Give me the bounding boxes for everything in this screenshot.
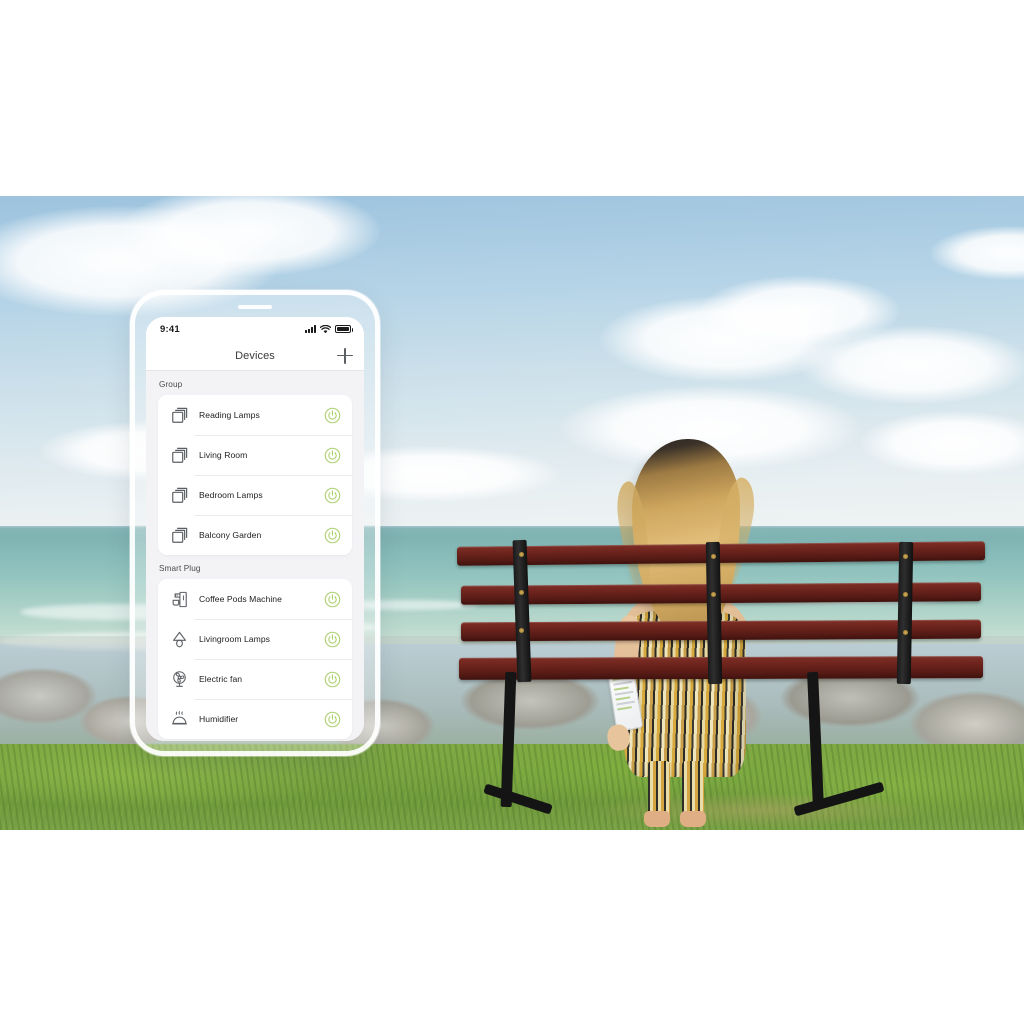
power-icon[interactable] [324, 591, 341, 608]
bench-leg [807, 671, 824, 808]
list-item-label: Electric fan [199, 674, 243, 684]
park-bench [455, 539, 986, 824]
bench-post [705, 541, 723, 685]
section-header-smart-plug: Smart Plug [159, 564, 201, 573]
power-icon[interactable] [324, 407, 341, 424]
smart-plug-card: Coffee Pods Machine Livingroom Lamps Ele… [158, 579, 352, 739]
status-bar: 9:41 [146, 317, 364, 341]
list-item[interactable]: Livingroom Lamps [158, 619, 352, 659]
bench-bolt [711, 554, 716, 559]
list-item[interactable]: Humidifier [158, 699, 352, 739]
list-item[interactable]: Bedroom Lamps [158, 475, 352, 515]
bench-leg [500, 671, 517, 808]
group-stack-icon [168, 524, 190, 546]
signal-bars-icon [305, 325, 316, 333]
bench-bolt [903, 554, 908, 559]
bench-bolt [903, 592, 908, 597]
section-header-group: Group [159, 380, 183, 389]
list-item-label: Living Room [199, 450, 248, 460]
power-icon[interactable] [324, 527, 341, 544]
list-item-label: Livingroom Lamps [199, 634, 271, 644]
list-item-label: Reading Lamps [199, 410, 260, 420]
bench-post [896, 541, 914, 685]
power-icon[interactable] [324, 447, 341, 464]
list-item[interactable]: Reading Lamps [158, 395, 352, 435]
list-item[interactable]: Coffee Pods Machine [158, 579, 352, 619]
phone-speaker [238, 305, 272, 309]
fan-icon [168, 668, 190, 690]
status-bar-icons [305, 324, 353, 334]
plus-icon[interactable] [337, 347, 353, 364]
list-item[interactable]: Balcony Garden [158, 515, 352, 555]
battery-icon [335, 325, 353, 333]
page-root: 9:41 Devices Group Reading Lamps Living … [0, 0, 1024, 1024]
bench-foot [793, 781, 885, 817]
power-icon[interactable] [324, 631, 341, 648]
device-list[interactable]: Group Reading Lamps Living Room Bedroom … [146, 371, 364, 741]
humidifier-icon [168, 708, 190, 730]
wifi-icon [320, 324, 331, 333]
power-icon[interactable] [324, 671, 341, 688]
list-bottom-spacer [146, 739, 364, 741]
bench-bolt [903, 630, 908, 635]
status-bar-clock: 9:41 [160, 323, 180, 335]
list-item-label: Coffee Pods Machine [199, 594, 282, 604]
bench-bolt [711, 592, 716, 597]
page-title: Devices [235, 349, 275, 362]
table-lamp-icon [168, 628, 190, 650]
power-icon[interactable] [324, 487, 341, 504]
list-item-label: Balcony Garden [199, 530, 262, 540]
group-stack-icon [168, 484, 190, 506]
list-item-label: Humidifier [199, 714, 239, 724]
bench-bolt [519, 552, 524, 557]
bench-foot [483, 783, 553, 815]
bench-bolt [519, 628, 524, 633]
power-icon[interactable] [324, 711, 341, 728]
coffee-machine-icon [168, 588, 190, 610]
phone-screen: 9:41 Devices Group Reading Lamps Living … [146, 317, 364, 741]
nav-bar: Devices [146, 341, 364, 371]
list-item[interactable]: Electric fan [158, 659, 352, 699]
list-item[interactable]: Living Room [158, 435, 352, 475]
list-item-label: Bedroom Lamps [199, 490, 263, 500]
bench-bolt [519, 590, 524, 595]
group-stack-icon [168, 404, 190, 426]
phone-mockup: 9:41 Devices Group Reading Lamps Living … [130, 290, 380, 756]
group-stack-icon [168, 444, 190, 466]
group-card: Reading Lamps Living Room Bedroom Lamps … [158, 395, 352, 555]
